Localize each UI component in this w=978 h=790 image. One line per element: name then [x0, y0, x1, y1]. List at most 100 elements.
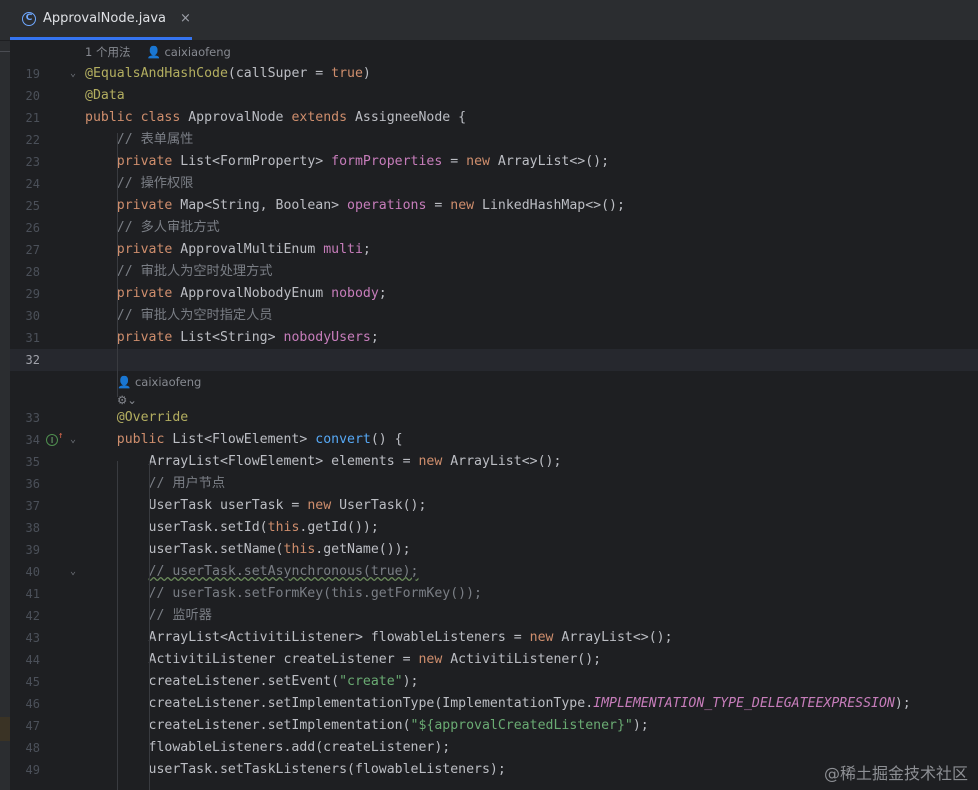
code-text[interactable]: // 审批人为空时指定人员 — [85, 305, 273, 327]
close-icon[interactable]: × — [180, 11, 191, 26]
code-line[interactable]: 47 createListener.setImplementation("${a… — [10, 715, 978, 737]
code-line[interactable]: 31 private List<String> nobodyUsers; — [10, 327, 978, 349]
code-line[interactable]: 23 private List<FormProperty> formProper… — [10, 151, 978, 173]
line-number[interactable]: 48 — [10, 737, 40, 759]
code-text[interactable]: public List<FlowElement> convert() { — [85, 429, 403, 451]
line-number[interactable]: 24 — [10, 173, 40, 195]
fold-chevron-icon[interactable]: ⌄ — [70, 561, 76, 583]
line-number[interactable]: 37 — [10, 495, 40, 517]
line-number[interactable]: 19 — [10, 63, 40, 85]
code-text[interactable]: ArrayList<FlowElement> elements = new Ar… — [85, 451, 562, 473]
code-text[interactable]: @Override — [85, 407, 188, 429]
code-text[interactable]: createListener.setImplementation("${appr… — [85, 715, 649, 737]
code-line[interactable]: 19 ⌄ @EqualsAndHashCode(callSuper = true) — [10, 63, 978, 85]
code-line[interactable]: 21 public class ApprovalNode extends Assi… — [10, 107, 978, 129]
code-line[interactable]: 46 createListener.setImplementationType(… — [10, 693, 978, 715]
fold-chevron-icon[interactable]: ⌄ — [70, 429, 76, 451]
code-line[interactable]: 33 @Override — [10, 407, 978, 429]
line-number[interactable]: 29 — [10, 283, 40, 305]
code-text[interactable]: flowableListeners.add(createListener); — [85, 737, 451, 759]
code-text[interactable]: createListener.setImplementationType(Imp… — [85, 693, 911, 715]
line-number[interactable]: 44 — [10, 649, 40, 671]
code-text[interactable]: @Data — [85, 85, 125, 107]
code-text[interactable]: createListener.setEvent("create"); — [85, 671, 419, 693]
line-number[interactable]: 42 — [10, 605, 40, 627]
code-text[interactable]: private List<FormProperty> formPropertie… — [85, 151, 609, 173]
code-line[interactable]: 48 flowableListeners.add(createListener)… — [10, 737, 978, 759]
code-text[interactable]: ActivitiListener createListener = new Ac… — [85, 649, 602, 671]
code-text[interactable]: @EqualsAndHashCode(callSuper = true) — [85, 63, 371, 85]
line-number[interactable]: 33 — [10, 407, 40, 429]
code-line[interactable]: 34 I ↑ ⌄ public List<FlowElement> convert()… — [10, 429, 978, 451]
code-text[interactable]: private ApprovalNobodyEnum nobody; — [85, 283, 387, 305]
implements-method-icon[interactable]: I — [46, 434, 58, 446]
line-number[interactable]: 27 — [10, 239, 40, 261]
line-number[interactable]: 21 — [10, 107, 40, 129]
line-number[interactable]: 43 — [10, 627, 40, 649]
code-text[interactable]: // 用户节点 — [85, 473, 226, 495]
code-line[interactable]: 30 // 审批人为空时指定人员 — [10, 305, 978, 327]
code-line[interactable]: 42 // 监听器 — [10, 605, 978, 627]
line-number[interactable]: 35 — [10, 451, 40, 473]
code-line[interactable]: 29 private ApprovalNobodyEnum nobody; — [10, 283, 978, 305]
code-line[interactable]: 24 // 操作权限 — [10, 173, 978, 195]
code-line[interactable]: 20 @Data — [10, 85, 978, 107]
code-line[interactable]: 39 userTask.setName(this.getName()); — [10, 539, 978, 561]
code-text[interactable]: // 审批人为空时处理方式 — [85, 261, 273, 283]
author-name[interactable]: caixiaofeng — [164, 45, 230, 59]
fold-chevron-icon[interactable]: ⌄ — [70, 63, 76, 85]
code-text[interactable]: private List<String> nobodyUsers; — [85, 327, 379, 349]
code-text[interactable]: UserTask userTask = new UserTask(); — [85, 495, 427, 517]
code-line[interactable]: 28 // 审批人为空时处理方式 — [10, 261, 978, 283]
code-line[interactable]: 27 private ApprovalMultiEnum multi; — [10, 239, 978, 261]
code-line[interactable]: 41 // userTask.setFormKey(this.getFormKe… — [10, 583, 978, 605]
line-number[interactable]: 22 — [10, 129, 40, 151]
code-text[interactable]: private ApprovalMultiEnum multi; — [85, 239, 371, 261]
author-hint-method[interactable]: 👤 caixiaofeng — [117, 373, 201, 391]
line-number[interactable]: 47 — [10, 715, 40, 737]
code-text[interactable]: // userTask.setFormKey(this.getFormKey()… — [85, 583, 482, 605]
line-number[interactable]: 46 — [10, 693, 40, 715]
line-number[interactable]: 28 — [10, 261, 40, 283]
code-editor[interactable]: 1 个用法 👤 caixiaofeng 👤 caixiaofeng ⚙⌄ 19 ⌄ @… — [10, 41, 978, 790]
code-line[interactable]: 26 // 多人审批方式 — [10, 217, 978, 239]
code-text[interactable]: public class ApprovalNode extends Assign… — [85, 107, 466, 129]
usage-count[interactable]: 1 个用法 — [85, 45, 130, 59]
line-number[interactable]: 26 — [10, 217, 40, 239]
code-line[interactable]: 37 UserTask userTask = new UserTask(); — [10, 495, 978, 517]
line-number[interactable]: 20 — [10, 85, 40, 107]
line-number[interactable]: 45 — [10, 671, 40, 693]
line-number[interactable]: 25 — [10, 195, 40, 217]
code-line[interactable]: 32 — [10, 349, 978, 371]
line-number[interactable]: 30 — [10, 305, 40, 327]
line-number[interactable]: 36 — [10, 473, 40, 495]
author-name[interactable]: caixiaofeng — [135, 375, 201, 389]
code-text[interactable]: private Map<String, Boolean> operations … — [85, 195, 625, 217]
code-text[interactable]: userTask.setName(this.getName()); — [85, 539, 411, 561]
code-line[interactable]: 43 ArrayList<ActivitiListener> flowableL… — [10, 627, 978, 649]
code-line[interactable]: 38 userTask.setId(this.getId()); — [10, 517, 978, 539]
code-line[interactable]: 22 // 表单属性 — [10, 129, 978, 151]
tab-approvalnode-java[interactable]: C ApprovalNode.java × — [10, 0, 192, 40]
line-number[interactable]: 34 — [10, 429, 40, 451]
code-text[interactable]: // userTask.setAsynchronous(true); — [85, 561, 419, 583]
line-number[interactable]: 39 — [10, 539, 40, 561]
code-line[interactable]: 36 // 用户节点 — [10, 473, 978, 495]
line-number[interactable]: 31 — [10, 327, 40, 349]
code-text[interactable]: // 操作权限 — [85, 173, 194, 195]
line-number[interactable]: 32 — [10, 349, 40, 371]
code-text[interactable]: ArrayList<ActivitiListener> flowableList… — [85, 627, 673, 649]
code-line[interactable]: 35 ArrayList<FlowElement> elements = new… — [10, 451, 978, 473]
code-line[interactable]: 45 createListener.setEvent("create"); — [10, 671, 978, 693]
code-line[interactable]: 40 ⌄ // userTask.setAsynchronous(true); — [10, 561, 978, 583]
code-text[interactable]: // 表单属性 — [85, 129, 194, 151]
code-text[interactable]: // 多人审批方式 — [85, 217, 220, 239]
code-line[interactable]: 44 ActivitiListener createListener = new… — [10, 649, 978, 671]
line-number[interactable]: 23 — [10, 151, 40, 173]
line-number[interactable]: 40 — [10, 561, 40, 583]
line-number[interactable]: 41 — [10, 583, 40, 605]
code-line[interactable]: 25 private Map<String, Boolean> operatio… — [10, 195, 978, 217]
line-number[interactable]: 38 — [10, 517, 40, 539]
usage-hint-class[interactable]: 1 个用法 👤 caixiaofeng — [85, 43, 231, 61]
line-number[interactable]: 49 — [10, 759, 40, 781]
